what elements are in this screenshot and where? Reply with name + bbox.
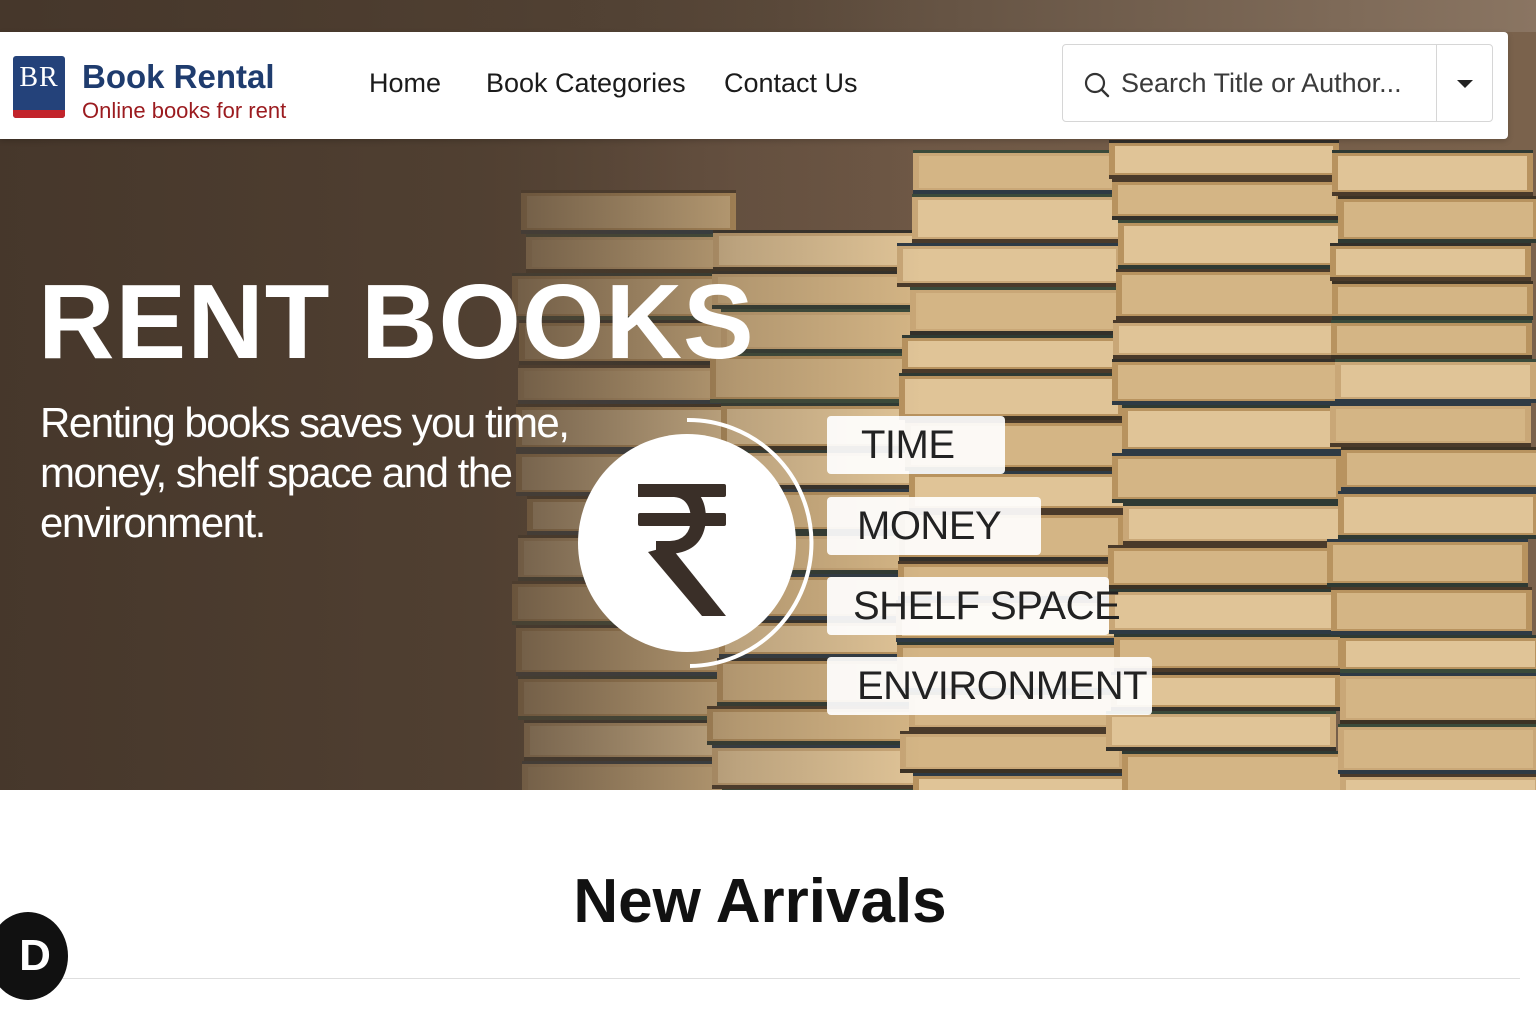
search-bar: [1062, 44, 1493, 122]
benefit-tag-money: MONEY: [827, 497, 1041, 555]
brand-title[interactable]: Book Rental: [82, 58, 275, 96]
logo-letters: BR: [19, 62, 59, 93]
top-navbar: BR Book Rental Online books for rent Hom…: [0, 32, 1508, 139]
search-filter-dropdown[interactable]: [1437, 45, 1493, 121]
hero-description: Renting books saves you time, money, she…: [40, 399, 570, 546]
chevron-down-icon: [1457, 80, 1473, 88]
new-arrivals-heading: New Arrivals: [573, 867, 947, 936]
brand-subtitle: Online books for rent: [82, 98, 287, 123]
benefit-tag-shelf-space: SHELF SPACE: [827, 577, 1121, 635]
benefit-tag-time: TIME: [827, 416, 1005, 474]
rupee-icon: [578, 434, 796, 652]
hero-title: RENT BOOKS: [38, 263, 755, 381]
nav-home-link[interactable]: Home: [369, 68, 441, 99]
brand-logo[interactable]: BR: [13, 56, 65, 118]
search-input[interactable]: [1121, 63, 1433, 103]
logo-stripe: [13, 110, 65, 118]
section-divider: [60, 978, 1520, 979]
search-icon[interactable]: [1083, 71, 1111, 99]
nav-book-categories-link[interactable]: Book Categories: [486, 68, 686, 99]
benefit-tag-environment: ENVIRONMENT: [827, 657, 1152, 715]
nav-contact-us-link[interactable]: Contact Us: [724, 68, 858, 99]
